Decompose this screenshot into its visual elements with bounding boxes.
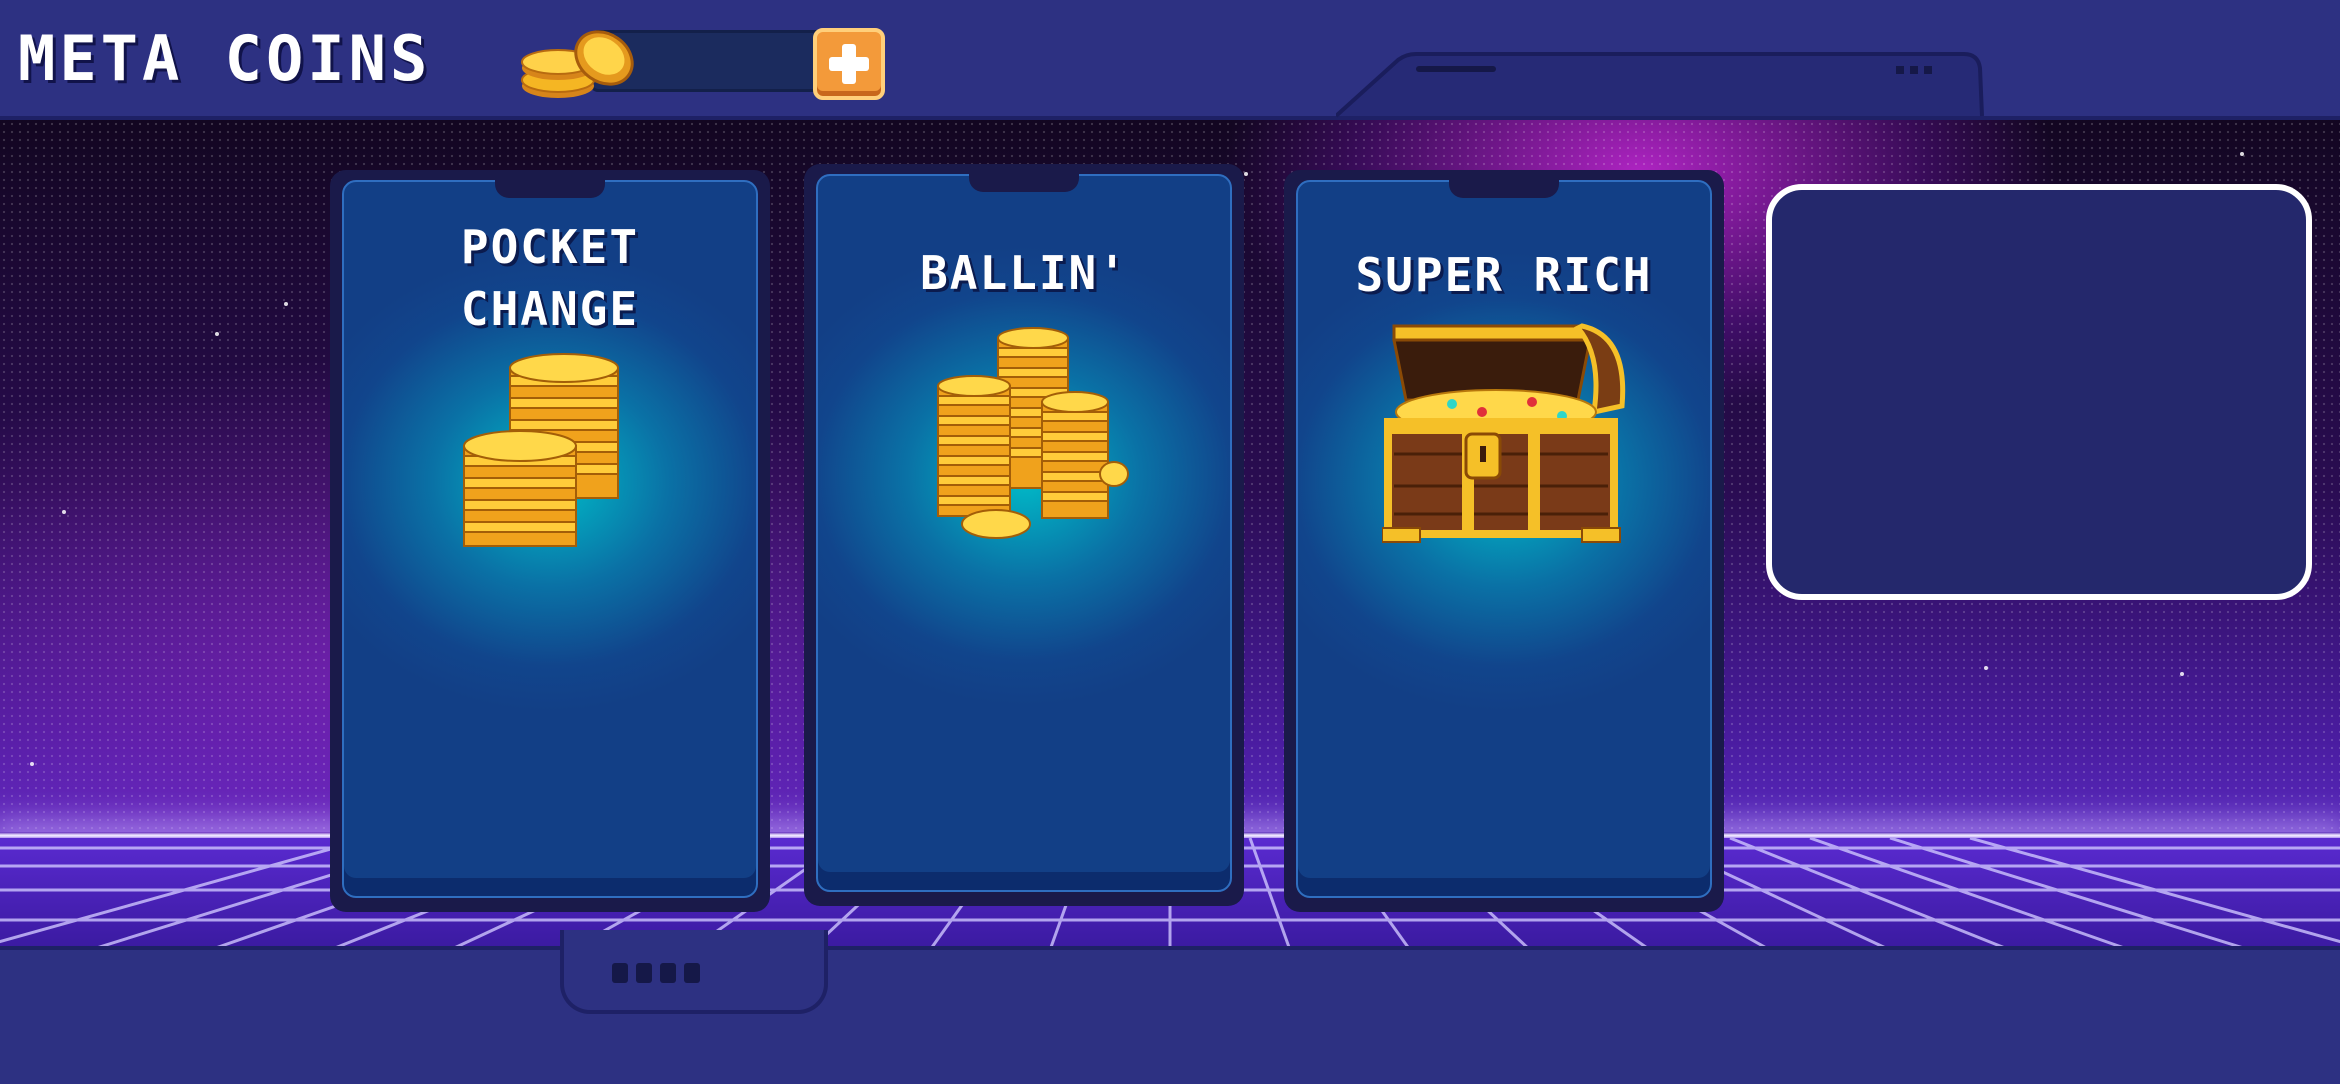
top-bar-notch-frame: [1336, 52, 1984, 118]
card-notch: [969, 170, 1079, 192]
star: [1244, 172, 1248, 176]
star: [30, 762, 34, 766]
page-pip: [636, 963, 652, 983]
page-title: META COINS: [18, 22, 432, 95]
empty-offer-slot[interactable]: [1766, 184, 2312, 600]
star: [2240, 152, 2244, 156]
star: [62, 510, 66, 514]
star: [2180, 672, 2184, 676]
page-pip: [660, 963, 676, 983]
card-title: SUPER RICH: [1355, 248, 1653, 302]
page-pip: [612, 963, 628, 983]
card-super-rich[interactable]: SUPER RICH: [1284, 170, 1724, 912]
plus-icon-bar: [829, 57, 869, 71]
card-title-line2: CHANGE: [460, 282, 640, 336]
add-coins-button[interactable]: [813, 28, 885, 100]
card-notch: [495, 176, 605, 198]
coin-stack-icon: [521, 30, 634, 98]
star: [215, 332, 219, 336]
treasure-chest-icon: [1382, 323, 1626, 543]
card-title: BALLIN': [920, 246, 1128, 300]
card-title-line1: POCKET: [460, 220, 640, 274]
star: [1984, 666, 1988, 670]
page-pip: [684, 963, 700, 983]
small-coin-stacks-icon: [463, 353, 619, 547]
coin-towers-icon: [937, 327, 1129, 539]
card-pocket-change[interactable]: POCKET CHANGE: [330, 170, 770, 912]
card-ballin[interactable]: BALLIN': [804, 164, 1244, 906]
bottom-bar: [0, 946, 2340, 1084]
card-notch: [1449, 176, 1559, 198]
star: [284, 302, 288, 306]
